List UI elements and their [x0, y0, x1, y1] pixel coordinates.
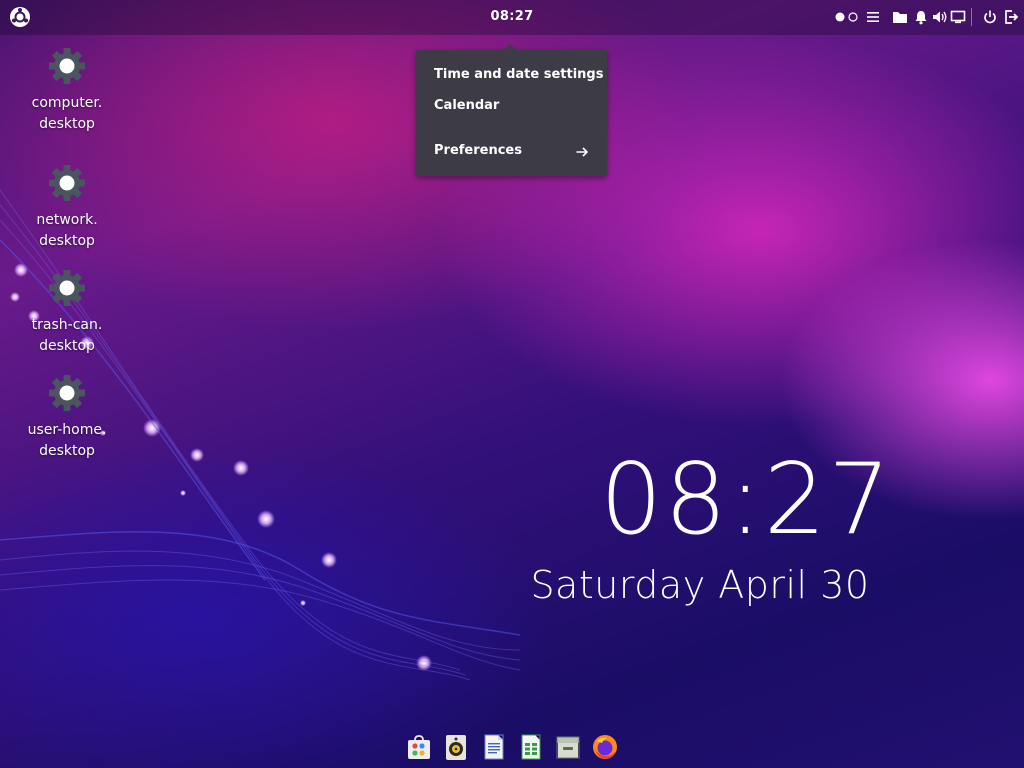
archive-manager-icon[interactable]: [554, 733, 582, 761]
desktop-icon-label: trash-can. desktop: [31, 317, 103, 354]
menu-pointer: [503, 44, 517, 50]
bell-icon[interactable]: [913, 9, 929, 25]
text-editor-icon[interactable]: [480, 733, 508, 761]
gear-icon: [47, 46, 87, 86]
topbar-clock[interactable]: 08:27: [472, 9, 552, 24]
distro-logo-icon[interactable]: [9, 6, 31, 28]
menu-item-label: Calendar: [434, 98, 500, 113]
menu-icon[interactable]: [865, 9, 881, 25]
desktop-icon-computer[interactable]: computer. desktop: [17, 46, 117, 135]
top-panel: 08:27: [0, 0, 1024, 35]
desktop-icon-user-home[interactable]: user-home. desktop: [17, 373, 117, 462]
tray-separator: [971, 8, 972, 26]
firefox-icon[interactable]: [591, 733, 619, 761]
menu-item-label: Preferences: [434, 143, 522, 158]
desktop-clock-date: Saturday April 30: [530, 563, 870, 607]
desktop-icon-label: network. desktop: [36, 212, 98, 249]
display-icon[interactable]: [950, 9, 966, 25]
menu-item-time-date-settings[interactable]: Time and date settings: [416, 63, 607, 87]
desktop-icon-label: user-home. desktop: [27, 422, 107, 459]
menu-item-preferences[interactable]: Preferences: [416, 139, 607, 163]
desktop-icon-trash-can[interactable]: trash-can. desktop: [17, 268, 117, 357]
folder-icon[interactable]: [892, 9, 908, 25]
menu-item-label: Time and date settings: [434, 67, 604, 82]
software-store-icon[interactable]: [405, 733, 433, 761]
clock-menu: Time and date settings Calendar Preferen…: [416, 44, 607, 176]
workspace-indicator-icon[interactable]: [834, 9, 860, 25]
music-player-icon[interactable]: [442, 733, 470, 761]
desktop-icon-label: computer. desktop: [31, 95, 103, 132]
gear-icon: [47, 373, 87, 413]
desktop-clock-time: 08:27: [600, 443, 893, 557]
gear-icon: [47, 163, 87, 203]
gear-icon: [47, 268, 87, 308]
desktop-icon-network[interactable]: network. desktop: [17, 163, 117, 252]
spreadsheet-icon[interactable]: [517, 733, 545, 761]
logout-icon[interactable]: [1003, 9, 1019, 25]
dock: [400, 730, 625, 764]
menu-item-calendar[interactable]: Calendar: [416, 94, 607, 118]
power-icon[interactable]: [982, 9, 998, 25]
desktop[interactable]: 08:27 Time and date settings Calendar Pr…: [0, 0, 1024, 768]
volume-icon[interactable]: [931, 9, 949, 25]
arrow-right-icon: [575, 144, 589, 168]
